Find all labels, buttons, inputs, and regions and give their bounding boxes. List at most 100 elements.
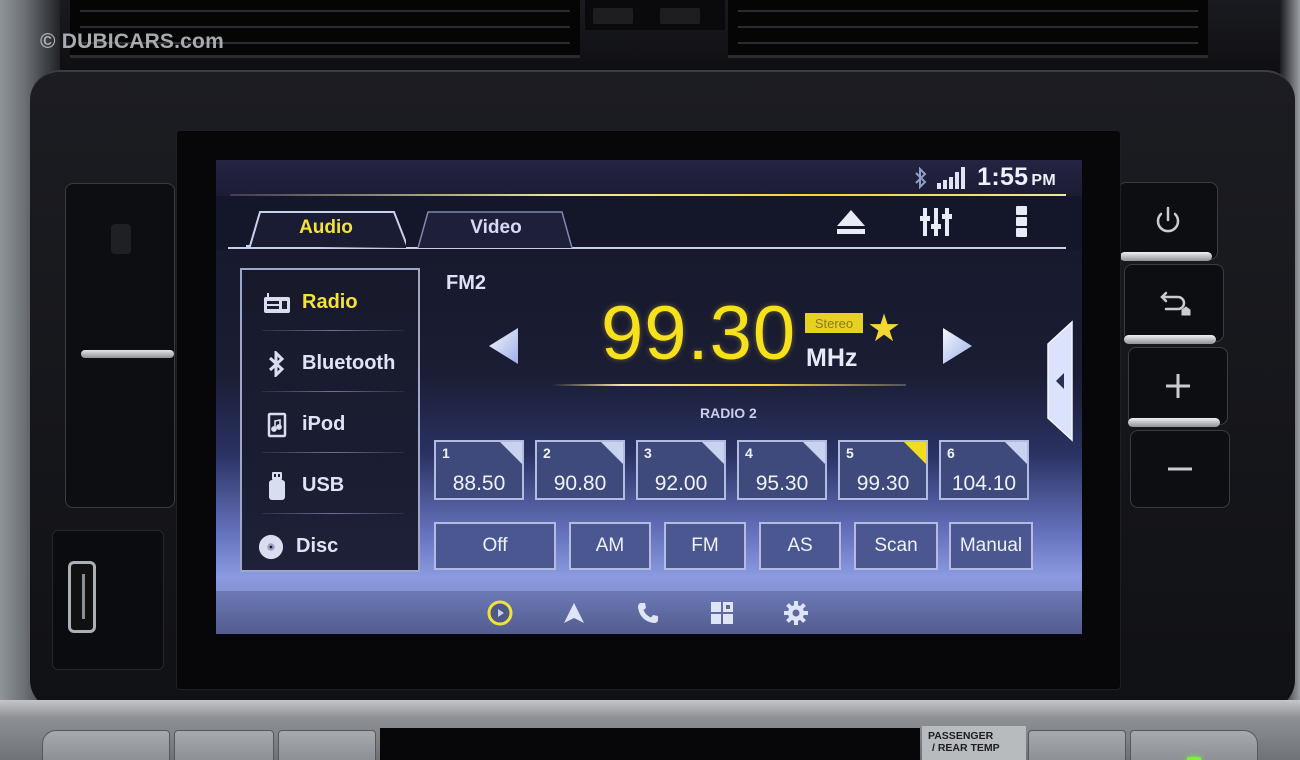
button-divider [1124, 335, 1216, 344]
fm-button[interactable]: FM [664, 522, 746, 570]
sidebar-divider [262, 452, 404, 453]
source-sidebar: Radio Bluetooth iPod USB Disc [240, 268, 420, 572]
preset-corner [601, 442, 623, 464]
vent-controls [585, 0, 725, 30]
sidebar-divider [262, 330, 404, 331]
climate-button[interactable] [174, 730, 274, 760]
preset-button-5[interactable]: 5 99.30 [838, 440, 928, 500]
more-menu-button[interactable] [1004, 204, 1040, 240]
seek-down-button[interactable] [488, 327, 520, 370]
tab-label: Audio [299, 217, 353, 238]
nav-media[interactable] [486, 599, 514, 627]
usb-icon [264, 471, 290, 500]
off-button[interactable]: Off [434, 522, 556, 570]
button-divider [1120, 252, 1212, 261]
equalizer-button[interactable] [918, 204, 954, 240]
settings-icon [784, 601, 808, 625]
watermark: © DUBICARS.com [40, 30, 224, 53]
back-home-button[interactable] [1124, 264, 1224, 342]
button-divider [1128, 418, 1220, 427]
eject-button[interactable] [833, 204, 869, 240]
preset-number: 6 [947, 445, 955, 461]
radio-icon [264, 290, 290, 316]
favorite-star-icon[interactable]: ★ [867, 310, 901, 348]
tab-video[interactable]: Video [416, 208, 576, 248]
preset-button-6[interactable]: 6 104.10 [939, 440, 1029, 500]
clock-ampm: PM [1031, 172, 1056, 189]
climate-panel: PASSENGER / REAR TEMP [0, 700, 1300, 760]
disc-icon [258, 534, 284, 560]
passenger-rear-temp-button[interactable]: PASSENGER / REAR TEMP [922, 726, 1026, 760]
preset-frequency: 95.30 [755, 472, 809, 495]
media-icon [487, 600, 513, 626]
bottom-nav-bar [216, 590, 1082, 634]
frequency-underline [551, 384, 906, 386]
preset-button-1[interactable]: 1 88.50 [434, 440, 524, 500]
sidebar-item-label: iPod [302, 413, 346, 435]
scan-button[interactable]: Scan [854, 522, 938, 570]
preset-button-2[interactable]: 2 90.80 [535, 440, 625, 500]
hdmi-port[interactable] [68, 561, 96, 633]
climate-label: / REAR TEMP [932, 742, 1000, 754]
bluetooth-icon [264, 350, 290, 377]
clock: 1:55 PM [977, 163, 1056, 192]
touchscreen: 1:55 PM Audio Video Radio Bluetooth iPod… [216, 160, 1082, 634]
volume-down-icon [1168, 467, 1192, 471]
preset-frequency: 92.00 [654, 472, 708, 495]
equalizer-icon [920, 208, 952, 236]
stereo-badge: Stereo [805, 313, 863, 333]
clock-time: 1:55 [977, 163, 1029, 191]
ipod-icon [264, 412, 290, 438]
eject-icon [837, 210, 865, 234]
phone-icon [638, 603, 658, 623]
preset-corner [1005, 442, 1027, 464]
bluetooth-icon [915, 166, 927, 189]
climate-button[interactable] [1028, 730, 1126, 760]
climate-button[interactable] [42, 730, 170, 760]
as-button[interactable]: AS [759, 522, 841, 570]
nav-navigation[interactable] [560, 599, 588, 627]
sidebar-item-ipod[interactable]: iPod [242, 394, 418, 455]
nav-settings[interactable] [782, 599, 810, 627]
apps-icon [711, 602, 733, 624]
preset-button-3[interactable]: 3 92.00 [636, 440, 726, 500]
left-hardware-button[interactable] [65, 183, 175, 508]
preset-button-4[interactable]: 4 95.30 [737, 440, 827, 500]
chevron-left-icon [489, 328, 518, 364]
climate-button[interactable] [278, 730, 376, 760]
navigation-icon [564, 603, 584, 623]
nav-apps[interactable] [708, 599, 736, 627]
signal-icon [937, 166, 966, 189]
preset-corner [904, 442, 926, 464]
preset-number: 2 [543, 445, 551, 461]
sidebar-item-label: Radio [302, 291, 358, 313]
sidebar-item-label: USB [302, 474, 345, 496]
button-divider [81, 350, 174, 358]
am-button[interactable]: AM [569, 522, 651, 570]
tab-audio[interactable]: Audio [246, 208, 406, 248]
drawer-handle[interactable] [1046, 320, 1074, 442]
preset-corner [803, 442, 825, 464]
power-button[interactable] [1118, 182, 1218, 260]
preset-frequency: 104.10 [951, 472, 1017, 495]
sidebar-item-usb[interactable]: USB [242, 455, 418, 516]
sidebar-item-radio[interactable]: Radio [242, 272, 418, 333]
manual-button[interactable]: Manual [949, 522, 1033, 570]
right-hardware-buttons [1118, 182, 1230, 508]
preset-number: 5 [846, 445, 854, 461]
sidebar-item-label: Disc [296, 535, 339, 557]
preset-corner [702, 442, 724, 464]
preset-number: 4 [745, 445, 753, 461]
back-home-icon [1160, 291, 1191, 316]
preset-corner [500, 442, 522, 464]
volume-down-button[interactable] [1130, 430, 1230, 508]
climate-display [380, 728, 920, 760]
sidebar-item-disc[interactable]: Disc [242, 516, 418, 577]
volume-up-button[interactable] [1128, 347, 1228, 425]
air-vent-right [728, 0, 1208, 58]
climate-button[interactable] [1130, 730, 1258, 760]
frequency-display: 99.30 [601, 291, 797, 376]
sidebar-item-bluetooth[interactable]: Bluetooth [242, 333, 418, 394]
nav-phone[interactable] [634, 599, 662, 627]
seek-up-button[interactable] [941, 327, 973, 370]
